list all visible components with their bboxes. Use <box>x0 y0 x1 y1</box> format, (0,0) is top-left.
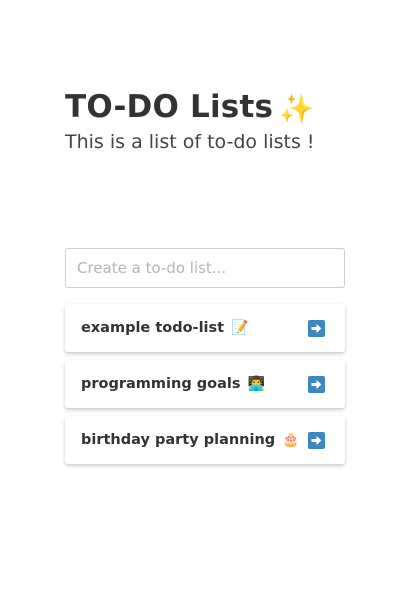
right-arrow-icon[interactable] <box>308 375 325 393</box>
todo-list-item[interactable]: example todo-list 📝 <box>65 304 345 352</box>
page-title-text: TO-DO Lists <box>65 89 274 125</box>
technologist-icon: 👨‍💻 <box>247 376 265 392</box>
birthday-cake-icon: 🎂 <box>282 432 300 448</box>
todo-list-label: example todo-list 📝 <box>81 320 249 336</box>
page-title: TO-DO Lists ✨ <box>65 88 315 128</box>
todo-list-item[interactable]: programming goals 👨‍💻 <box>65 360 345 408</box>
todo-list-name: example todo-list <box>81 320 225 336</box>
todo-list-name: programming goals <box>81 376 241 392</box>
todo-lists: example todo-list 📝 programming goals 👨‍… <box>65 304 345 472</box>
todo-list-label: birthday party planning 🎂 <box>81 432 300 448</box>
todo-list-item[interactable]: birthday party planning 🎂 <box>65 416 345 464</box>
right-arrow-icon[interactable] <box>308 319 325 337</box>
create-todo-list-input[interactable] <box>65 248 345 288</box>
todo-list-label: programming goals 👨‍💻 <box>81 376 265 392</box>
memo-icon: 📝 <box>231 320 249 336</box>
right-arrow-icon[interactable] <box>308 431 325 449</box>
page-header: TO-DO Lists ✨ This is a list of to-do lis… <box>65 88 315 154</box>
page-subtitle: This is a list of to-do lists ! <box>65 131 315 153</box>
sparkles-icon: ✨ <box>279 92 315 125</box>
todo-list-name: birthday party planning <box>81 432 276 448</box>
